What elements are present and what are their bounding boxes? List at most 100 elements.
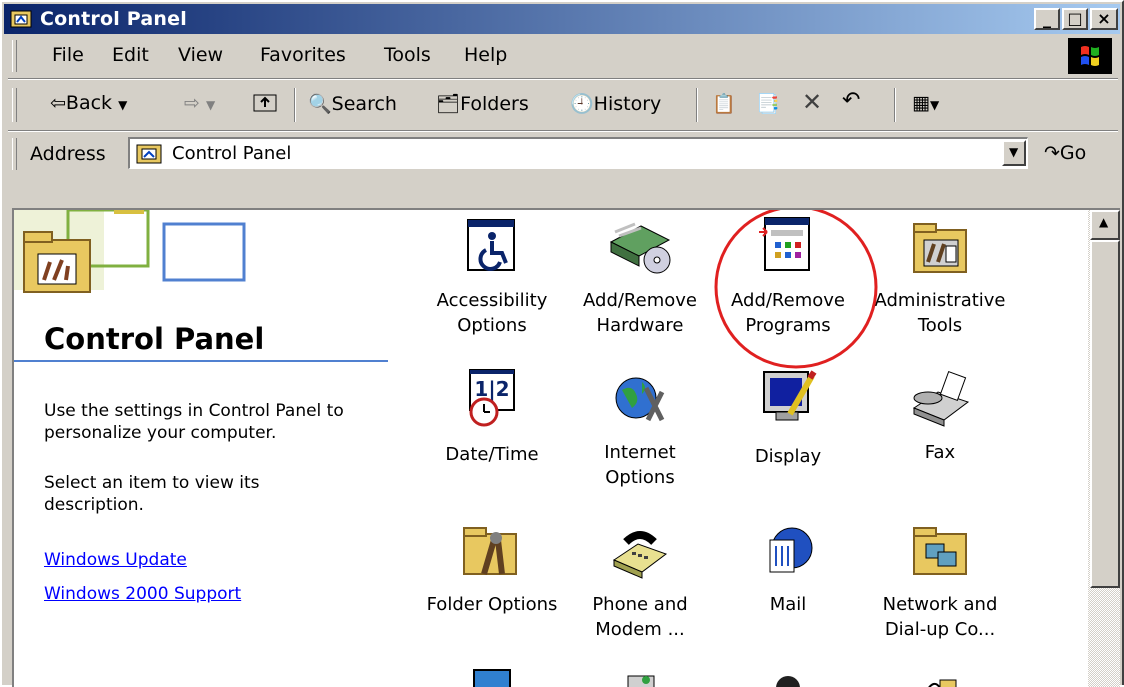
display-item[interactable]: Display (718, 368, 858, 469)
history-icon: 🕘 (570, 93, 594, 115)
accessibility-options-item[interactable]: Accessibility Options (422, 216, 562, 338)
add-remove-hardware-icon (609, 222, 671, 274)
copy-to-button[interactable]: 📑 (756, 92, 780, 115)
move-to-button[interactable]: 📋 (712, 92, 736, 115)
menu-favorites-label: Favorites (260, 44, 346, 66)
date-time-item[interactable]: 1|2 Date/Time (422, 368, 562, 467)
display-label: Display (754, 446, 822, 467)
windows-2000-support-link[interactable]: Windows 2000 Support (44, 584, 241, 604)
toolbar-separator-1 (294, 88, 296, 122)
address-grip[interactable] (12, 138, 17, 170)
mail-item[interactable]: Mail (718, 520, 858, 617)
delete-button[interactable]: ✕ (802, 88, 822, 116)
minimize-button[interactable]: _ (1034, 8, 1060, 30)
control-panel-folder-icon (136, 144, 162, 164)
menu-edit[interactable]: Edit (112, 44, 149, 66)
menu-help[interactable]: Help (464, 44, 507, 66)
menu-bar: File Edit View Favorites Tools Help (8, 36, 1118, 76)
mail-icon (769, 527, 813, 573)
network-dialup-icon (913, 527, 967, 575)
scroll-thumb[interactable] (1090, 240, 1120, 588)
back-label: Back (65, 92, 113, 114)
monitor-icon (473, 669, 511, 687)
address-label: Address (30, 143, 106, 165)
toolbar-grip[interactable] (12, 88, 17, 122)
partial-icon-1[interactable] (422, 666, 562, 687)
phone-modem-label: Phone and Modem ... (592, 594, 688, 640)
menu-tools-label: Tools (384, 44, 431, 66)
window-title: Control Panel (40, 8, 187, 30)
panel-title-underline (14, 360, 388, 362)
close-button[interactable]: × (1090, 8, 1118, 30)
vertical-scrollbar[interactable]: ▲ (1088, 208, 1120, 687)
history-button[interactable]: 🕘History (570, 92, 661, 115)
maximize-button[interactable]: □ (1062, 8, 1088, 30)
internet-options-item[interactable]: Internet Options (570, 368, 710, 490)
phone-modem-item[interactable]: Phone and Modem ... (570, 520, 710, 642)
folders-button[interactable]: 🗂Folders (436, 92, 529, 115)
menu-tools[interactable]: Tools (384, 44, 431, 66)
menu-favorites[interactable]: Favorites (260, 44, 346, 66)
undo-icon: ↶ (842, 88, 861, 113)
user-icon (776, 676, 800, 687)
dropdown-arrow-icon: ▼ (1009, 145, 1019, 159)
go-label: Go (1059, 142, 1087, 164)
control-panel-icon (10, 10, 32, 28)
search-icon: 🔍 (308, 93, 332, 115)
menu-grip[interactable] (12, 40, 17, 72)
folders-icon: 🗂 (436, 93, 461, 115)
search-button[interactable]: 🔍Search (308, 92, 397, 115)
title-bar[interactable]: Control Panel _ □ × (4, 4, 1120, 34)
accessibility-options-label: Accessibility Options (436, 290, 548, 336)
scroll-up-button[interactable]: ▲ (1090, 210, 1120, 240)
accessibility-icon (467, 219, 515, 271)
content-pane: Control Panel Use the settings in Contro… (12, 208, 1088, 687)
partial-icon-4[interactable] (870, 666, 1010, 687)
network-dialup-item[interactable]: Network and Dial-up Co... (870, 520, 1010, 642)
address-dropdown-button[interactable]: ▼ (1002, 140, 1026, 166)
folder-options-label: Folder Options (426, 594, 558, 615)
panel-title: Control Panel (44, 322, 265, 356)
windows-logo-icon (1068, 38, 1112, 74)
up-folder-button[interactable] (252, 90, 278, 119)
date-time-label: Date/Time (445, 444, 539, 465)
go-arrow-icon: ↷ (1044, 142, 1060, 164)
forward-dropdown-icon: ▼ (205, 98, 216, 112)
folders-label: Folders (460, 93, 529, 115)
folder-options-item[interactable]: Folder Options (422, 520, 562, 617)
go-button[interactable]: ↷Go (1044, 142, 1086, 164)
back-button[interactable]: ⇦Back ▼ (50, 92, 127, 114)
fax-item[interactable]: Fax (870, 368, 1010, 465)
internet-options-label: Internet Options (604, 442, 676, 488)
add-remove-hardware-item[interactable]: Add/Remove Hardware (570, 216, 710, 338)
administrative-tools-item[interactable]: Administrative Tools (870, 216, 1010, 338)
forward-button[interactable]: ⇨ ▼ (184, 92, 215, 114)
undo-button[interactable]: ↶ (842, 88, 860, 113)
scroll-up-arrow-icon: ▲ (1099, 215, 1109, 229)
date-time-icon: 1|2 (469, 369, 515, 427)
partial-icon-2[interactable] (570, 666, 710, 687)
menu-help-label: Help (464, 44, 508, 66)
package-icon (928, 679, 957, 687)
views-button[interactable]: ▦▼ (912, 92, 939, 114)
display-icon (763, 370, 817, 421)
copy-to-icon: 📑 (756, 93, 780, 115)
mail-label: Mail (769, 594, 807, 615)
partial-icon-3[interactable] (718, 666, 858, 687)
address-bar: Address Control Panel ▼ ↷Go (8, 132, 1118, 176)
phone-modem-icon (612, 531, 668, 579)
network-dialup-label: Network and Dial-up Co... (882, 594, 998, 640)
address-value: Control Panel (172, 143, 292, 164)
menu-view[interactable]: View (178, 44, 223, 66)
address-input[interactable]: Control Panel ▼ (128, 137, 1028, 169)
highlight-circle (714, 210, 878, 369)
close-icon: × (1097, 9, 1111, 28)
windows-update-link[interactable]: Windows Update (44, 550, 187, 570)
back-arrow-icon: ⇦ (50, 92, 66, 114)
menu-view-label: View (178, 44, 224, 66)
add-remove-hardware-label: Add/Remove Hardware (583, 290, 697, 336)
menu-edit-label: Edit (112, 44, 149, 66)
maximize-icon: □ (1067, 9, 1083, 28)
menu-file[interactable]: File (52, 44, 84, 66)
views-icon: ▦ (912, 92, 930, 114)
